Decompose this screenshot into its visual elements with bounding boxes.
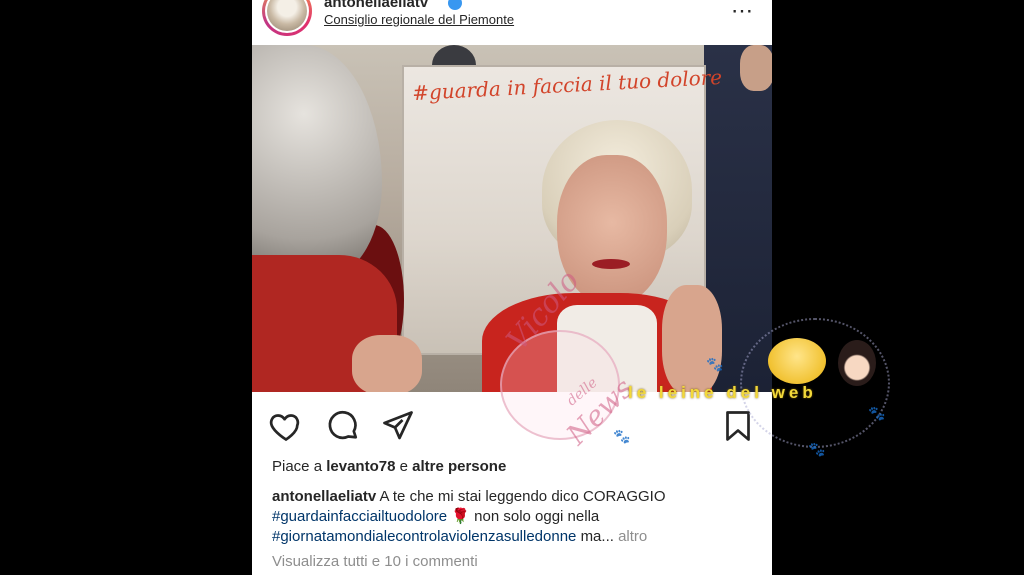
avatar[interactable] <box>262 0 312 36</box>
caption-text-2: non solo oggi nella <box>474 508 600 525</box>
paper-plane-icon[interactable] <box>380 408 416 444</box>
watermark-label: le leine del web <box>628 383 817 402</box>
hashtag-link[interactable]: #giornatamondialecontrolaviolenzasulledo… <box>272 528 576 545</box>
hashtag-link[interactable]: #guardainfacciailtuodolore <box>272 508 447 525</box>
rose-emoji: 🌹 <box>451 508 470 525</box>
avatar-ring <box>265 0 309 33</box>
caption-username[interactable]: antonellaeliatv <box>272 488 376 505</box>
hand-holding-mirror <box>662 285 722 392</box>
paw-icon: 🐾 <box>868 405 886 421</box>
caption-more-link[interactable]: altro <box>618 528 647 545</box>
likes-connector: e <box>399 458 408 475</box>
background-suited-man-head <box>740 45 772 91</box>
comment-icon-svg <box>328 410 358 440</box>
paw-icon: 🐾 <box>808 441 826 457</box>
view-all-comments-link[interactable]: Visualizza tutti e 10 i commenti <box>272 553 478 570</box>
likes-prefix: Piace a <box>272 458 323 475</box>
verified-badge-icon <box>448 0 462 10</box>
caption-text: A te che mi stai leggendo dico CORAGGIO <box>379 488 666 505</box>
left-hand <box>352 335 422 392</box>
post-caption: antonellaeliatv A te che mi stai leggend… <box>272 487 762 547</box>
paw-icon: 🐾 <box>613 428 631 444</box>
post-username[interactable]: antonellaeliatv <box>324 0 428 11</box>
watermark-character-dark <box>838 340 876 386</box>
post-header: antonellaeliatv Consiglio regionale del … <box>252 0 772 45</box>
paw-icon: 🐾 <box>706 356 724 372</box>
instagram-post: antonellaeliatv Consiglio regionale del … <box>252 0 772 575</box>
likes-user-link[interactable]: levanto78 <box>326 458 395 475</box>
back-of-head <box>252 45 382 275</box>
post-location[interactable]: Consiglio regionale del Piemonte <box>324 12 514 27</box>
comment-icon[interactable] <box>325 408 361 444</box>
avatar-image <box>267 0 307 31</box>
heart-icon-svg <box>269 414 300 442</box>
watermark-character-blonde <box>768 338 826 384</box>
likes-others-link[interactable]: altre persone <box>412 458 506 475</box>
likes-line: Piace a levanto78 e altre persone <box>272 458 506 475</box>
heart-icon[interactable] <box>268 408 304 444</box>
more-options-icon[interactable]: ⋯ <box>731 0 754 24</box>
woman-lips <box>592 259 630 269</box>
caption-ellipsis: ma... <box>580 528 614 545</box>
paper-plane-icon-svg <box>383 411 413 440</box>
